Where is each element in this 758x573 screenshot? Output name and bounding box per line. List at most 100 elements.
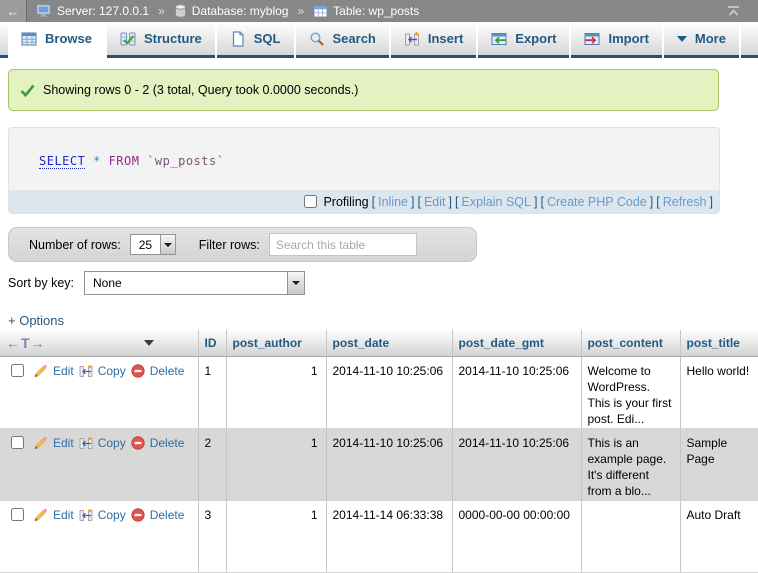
column-header-post-title[interactable]: post_title <box>680 330 758 356</box>
column-header-post-author[interactable]: post_author <box>226 330 326 356</box>
tab-export[interactable]: Export <box>478 22 569 58</box>
row-select-checkbox[interactable] <box>11 436 24 449</box>
select-dropdown-button[interactable] <box>160 235 175 254</box>
edit-row-link[interactable]: Edit <box>53 363 74 379</box>
pencil-icon <box>33 364 48 378</box>
tab-browse[interactable]: Browse <box>8 22 105 58</box>
sort-row: Sort by key: None <box>8 271 305 295</box>
table-row: Edit Copy Delete 1 1 2014-11-10 10:25:06… <box>0 356 758 428</box>
cell-post-title: Auto Draft <box>680 500 758 572</box>
chevron-down-icon <box>164 243 172 247</box>
number-of-rows-label: Number of rows: <box>29 238 121 252</box>
sort-by-key-select[interactable]: None <box>84 271 305 295</box>
cell-post-date: 2014-11-14 06:33:38 <box>326 500 452 572</box>
refresh-link[interactable]: Refresh <box>663 195 707 209</box>
copy-row-link[interactable]: Copy <box>98 363 126 379</box>
cell-post-date-gmt: 2014-11-10 10:25:06 <box>452 428 581 500</box>
column-header-post-date-gmt[interactable]: post_date_gmt <box>452 330 581 356</box>
tab-insert[interactable]: Insert <box>391 22 476 58</box>
sql-star-token: * <box>93 154 101 168</box>
cell-post-title: Sample Page <box>680 428 758 500</box>
number-of-rows-select[interactable]: 25 <box>130 234 176 255</box>
breadcrumb-database[interactable]: Database: myblog <box>192 4 289 18</box>
server-icon <box>36 4 52 19</box>
cell-post-content: This is an example page. It's different … <box>581 428 680 500</box>
select-dropdown-button[interactable] <box>287 272 304 294</box>
edit-row-link[interactable]: Edit <box>53 507 74 523</box>
pencil-icon <box>33 436 48 450</box>
options-toggle-link[interactable]: + Options <box>8 313 64 328</box>
profiling-checkbox[interactable] <box>304 195 317 208</box>
cell-post-date-gmt: 2014-11-10 10:25:06 <box>452 356 581 428</box>
tab-import[interactable]: Import <box>571 22 661 58</box>
tab-search-label: Search <box>333 31 376 46</box>
column-header-id[interactable]: ID <box>198 330 226 356</box>
export-icon <box>491 31 507 47</box>
tab-structure-label: Structure <box>144 31 202 46</box>
copy-row-link[interactable]: Copy <box>98 507 126 523</box>
bracket: [ <box>540 195 543 209</box>
back-arrow-icon: ← <box>7 4 20 19</box>
sql-page-icon <box>230 31 246 47</box>
create-php-code-link[interactable]: Create PHP Code <box>547 195 647 209</box>
inline-link[interactable]: Inline <box>378 195 408 209</box>
delete-row-icon <box>131 508 145 522</box>
tab-sql[interactable]: SQL <box>217 22 294 58</box>
bracket: [ <box>656 195 659 209</box>
tab-import-label: Import <box>608 31 648 46</box>
row-actions-cell: Edit Copy Delete <box>0 500 198 572</box>
edit-query-link[interactable]: Edit <box>424 195 446 209</box>
cell-post-author: 1 <box>226 500 326 572</box>
pencil-icon <box>33 508 48 522</box>
tab-browse-label: Browse <box>45 31 92 46</box>
cell-post-date: 2014-11-10 10:25:06 <box>326 428 452 500</box>
tab-structure[interactable]: Structure <box>107 22 215 58</box>
search-icon <box>309 31 325 47</box>
number-of-rows-value: 25 <box>131 235 160 254</box>
column-direction-icon[interactable]: ←T→ <box>6 335 46 351</box>
row-actions-cell: Edit Copy Delete <box>0 428 198 500</box>
row-controls-bar: Number of rows: 25 Filter rows: <box>8 227 477 262</box>
header-dropdown-icon[interactable] <box>144 340 154 346</box>
bracket: ] <box>650 195 653 209</box>
profiling-label: Profiling <box>323 195 368 209</box>
delete-row-link[interactable]: Delete <box>150 435 185 451</box>
bracket: ] <box>449 195 452 209</box>
back-button[interactable]: ← <box>0 0 27 22</box>
structure-icon <box>120 31 136 47</box>
tab-more-label: More <box>695 31 726 46</box>
explain-sql-link[interactable]: Explain SQL <box>461 195 530 209</box>
column-header-post-content[interactable]: post_content <box>581 330 680 356</box>
cell-post-content <box>581 500 680 572</box>
edit-row-link[interactable]: Edit <box>53 435 74 451</box>
table-row: Edit Copy Delete 3 1 2014-11-14 06:33:38… <box>0 500 758 572</box>
cell-post-author: 1 <box>226 356 326 428</box>
breadcrumb-server[interactable]: Server: 127.0.0.1 <box>57 4 149 18</box>
filter-rows-input[interactable] <box>269 233 417 256</box>
cell-post-content: Welcome to WordPress. This is your first… <box>581 356 680 428</box>
cell-id: 2 <box>198 428 226 500</box>
copy-row-link[interactable]: Copy <box>98 435 126 451</box>
tabbar-filler <box>741 22 758 58</box>
breadcrumb-table[interactable]: Table: wp_posts <box>333 4 419 18</box>
cell-post-title: Hello world! <box>680 356 758 428</box>
row-select-checkbox[interactable] <box>11 364 24 377</box>
delete-row-link[interactable]: Delete <box>150 507 185 523</box>
row-select-checkbox[interactable] <box>11 508 24 521</box>
collapse-topbar-icon[interactable] <box>725 5 742 17</box>
chevron-down-icon <box>292 281 300 285</box>
table-icon <box>313 5 328 18</box>
breadcrumb-bar: ← Server: 127.0.0.1 » Database: myblog »… <box>0 0 758 22</box>
copy-row-icon <box>79 436 93 450</box>
tab-search[interactable]: Search <box>296 22 389 58</box>
tabbar-filler <box>0 22 8 58</box>
delete-row-link[interactable]: Delete <box>150 363 185 379</box>
cell-post-date-gmt: 0000-00-00 00:00:00 <box>452 500 581 572</box>
sql-select-keyword-link[interactable]: SELECT <box>39 154 85 169</box>
column-header-post-date[interactable]: post_date <box>326 330 452 356</box>
column-actions-header: ←T→ <box>0 330 198 356</box>
sql-table-identifier: `wp_posts` <box>147 154 224 168</box>
copy-row-icon <box>79 364 93 378</box>
tab-more[interactable]: More <box>664 22 739 58</box>
query-options-bar: Profiling [ Inline ] [ Edit ] [ Explain … <box>9 190 719 213</box>
